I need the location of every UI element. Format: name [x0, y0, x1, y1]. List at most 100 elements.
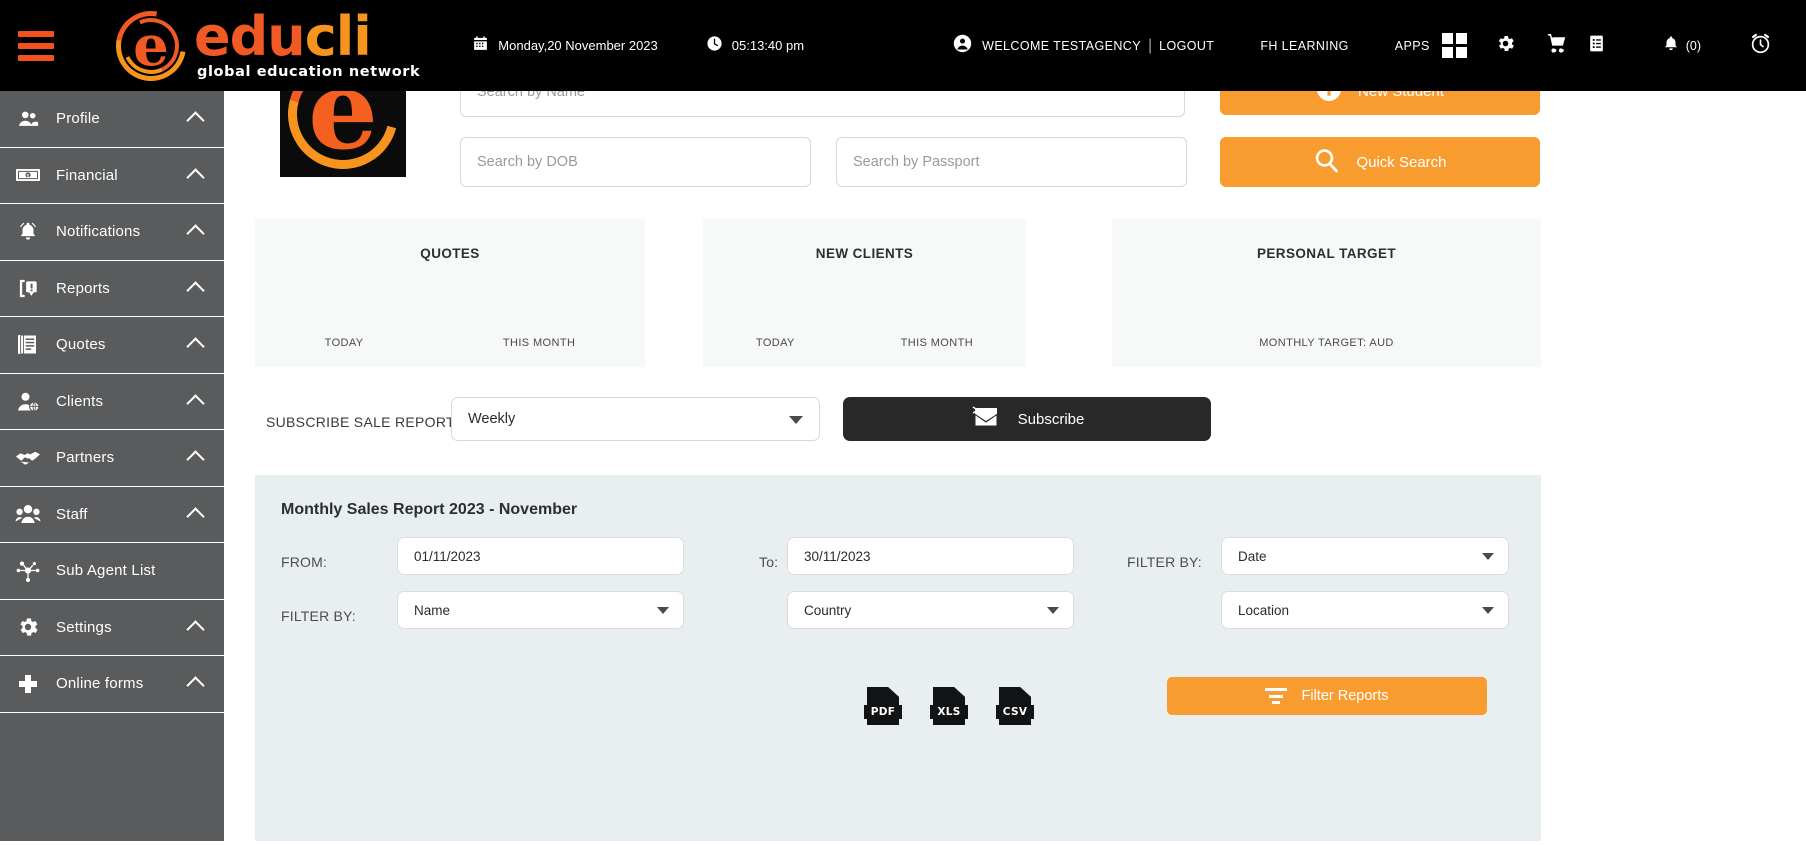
network-icon: [0, 559, 56, 583]
student-search-section: e New Student Quick Search: [224, 57, 1806, 209]
plus-icon: [0, 673, 56, 695]
card-footer: TODAY THIS MONTH: [703, 337, 1026, 349]
chevron-up-icon[interactable]: [186, 224, 205, 243]
export-buttons: PDF XLS CSV: [864, 687, 1034, 725]
chevron-down-icon: [1047, 607, 1059, 614]
money-icon: $: [0, 165, 56, 185]
filter-country-select[interactable]: Country: [787, 591, 1074, 629]
svg-text:$: $: [26, 174, 29, 180]
logout-link[interactable]: LOGOUT: [1159, 39, 1214, 53]
chevron-up-icon[interactable]: [186, 450, 205, 469]
chevron-down-icon: [789, 416, 803, 424]
sidebar-item-staff[interactable]: Staff: [0, 487, 224, 543]
cart-icon[interactable]: [1546, 33, 1569, 59]
sidebar-item-financial[interactable]: $ Financial: [0, 148, 224, 204]
subscribe-period-value: Weekly: [468, 411, 516, 427]
export-xls-icon[interactable]: XLS: [930, 687, 968, 725]
clock-icon: [706, 35, 723, 57]
gear-icon: [0, 615, 56, 639]
brand-name: educli: [194, 10, 420, 64]
sidebar-item-label: Settings: [56, 618, 112, 636]
fh-learning-link[interactable]: FH LEARNING: [1260, 39, 1348, 53]
welcome-text: WELCOME TESTAGENCY: [982, 38, 1141, 53]
welcome-separator: |: [1147, 36, 1153, 54]
documents-icon: [0, 332, 56, 357]
chevron-up-icon[interactable]: [186, 168, 205, 187]
chevron-up-icon[interactable]: [186, 337, 205, 356]
subscribe-label: SUBSCRIBE SALE REPORT BY:: [266, 414, 482, 430]
brand-tagline: global education network: [197, 63, 421, 80]
filter-location-select[interactable]: Location: [1221, 591, 1509, 629]
chevron-up-icon[interactable]: [186, 676, 205, 695]
envelope-icon: [970, 405, 1002, 433]
sidebar-item-label: Online forms: [56, 675, 144, 693]
alarm-clock-icon[interactable]: [1749, 32, 1772, 60]
sidebar-item-partners[interactable]: Partners: [0, 430, 224, 487]
from-date-value: 01/11/2023: [414, 548, 481, 564]
filter-by-label-bottom: FILTER BY:: [281, 608, 356, 624]
users-icon: [0, 108, 56, 130]
chevron-up-icon[interactable]: [186, 507, 205, 526]
export-pdf-icon[interactable]: PDF: [864, 687, 902, 725]
filter-name-select[interactable]: Name: [397, 591, 684, 629]
handshake-icon: [0, 449, 56, 467]
hamburger-menu-icon[interactable]: [18, 30, 54, 61]
notification-count: (0): [1685, 38, 1701, 53]
sidebar-item-label: Staff: [56, 505, 88, 523]
document-list-icon[interactable]: [1587, 33, 1606, 59]
apps-label[interactable]: APPS: [1395, 39, 1430, 53]
sidebar-item-notifications[interactable]: Notifications: [0, 204, 224, 261]
report-title: Monthly Sales Report 2023 - November: [281, 501, 578, 518]
to-date-value: 30/11/2023: [804, 548, 871, 564]
subscribe-period-select[interactable]: Weekly: [451, 397, 820, 441]
chevron-down-icon: [1482, 553, 1494, 560]
chevron-down-icon: [1482, 607, 1494, 614]
subscribe-section: SUBSCRIBE SALE REPORT BY: Weekly Subscri…: [224, 397, 1806, 457]
from-label: FROM:: [281, 554, 328, 570]
sidebar-item-quotes[interactable]: Quotes: [0, 317, 224, 374]
current-time-text: 05:13:40 pm: [731, 38, 805, 53]
chevron-up-icon[interactable]: [186, 281, 205, 300]
card-foot-today: TODAY: [324, 337, 364, 349]
filter-reports-button[interactable]: Filter Reports: [1167, 677, 1487, 715]
current-date-text: Monday,20 November 2023: [498, 38, 658, 53]
sidebar-item-profile[interactable]: Profile: [0, 91, 224, 148]
from-date-input[interactable]: 01/11/2023: [397, 537, 684, 575]
chevron-up-icon[interactable]: [186, 620, 205, 639]
user-avatar-icon: [953, 34, 972, 58]
quotes-card: QUOTES TODAY THIS MONTH: [255, 219, 645, 367]
card-title: QUOTES: [420, 246, 480, 261]
export-csv-icon[interactable]: CSV: [996, 687, 1034, 725]
sidebar-item-online-forms[interactable]: Online forms: [0, 656, 224, 713]
card-foot-today: TODAY: [755, 337, 795, 349]
filter-date-select[interactable]: Date: [1221, 537, 1509, 575]
chevron-down-icon: [657, 607, 669, 614]
search-dob-input[interactable]: [460, 137, 811, 187]
brand-logo[interactable]: e educli global education network: [102, 0, 421, 95]
apps-grid-icon[interactable]: [1441, 33, 1467, 58]
notifications-bell[interactable]: (0): [1662, 34, 1701, 58]
card-foot-this-month: THIS MONTH: [502, 337, 576, 349]
sidebar-empty-area: [0, 713, 224, 845]
sidebar-item-label: Financial: [56, 166, 118, 184]
subscribe-button[interactable]: Subscribe: [843, 397, 1211, 441]
to-date-input[interactable]: 30/11/2023: [787, 537, 1074, 575]
chevron-up-icon[interactable]: [186, 394, 205, 413]
quick-search-button[interactable]: Quick Search: [1220, 137, 1540, 187]
sidebar-item-label: Quotes: [56, 336, 106, 354]
sidebar-item-settings[interactable]: Settings: [0, 600, 224, 656]
sidebar-item-reports[interactable]: Reports: [0, 261, 224, 317]
export-pdf-label: PDF: [870, 705, 896, 718]
search-passport-input[interactable]: [836, 137, 1187, 187]
educli-emblem-icon: e: [102, 0, 200, 95]
export-xls-label: XLS: [937, 705, 961, 718]
sidebar-item-clients[interactable]: Clients: [0, 374, 224, 430]
settings-gear-icon[interactable]: [1495, 33, 1516, 59]
sidebar-item-sub-agent-list[interactable]: Sub Agent List: [0, 543, 224, 600]
user-account[interactable]: WELCOME TESTAGENCY | LOGOUT: [953, 34, 1214, 58]
card-title: NEW CLIENTS: [815, 246, 914, 261]
sidebar-item-label: Sub Agent List: [56, 562, 156, 580]
chevron-up-icon[interactable]: [186, 111, 205, 130]
card-footer: TODAY THIS MONTH: [255, 337, 645, 349]
sidebar-item-label: Notifications: [56, 223, 141, 241]
